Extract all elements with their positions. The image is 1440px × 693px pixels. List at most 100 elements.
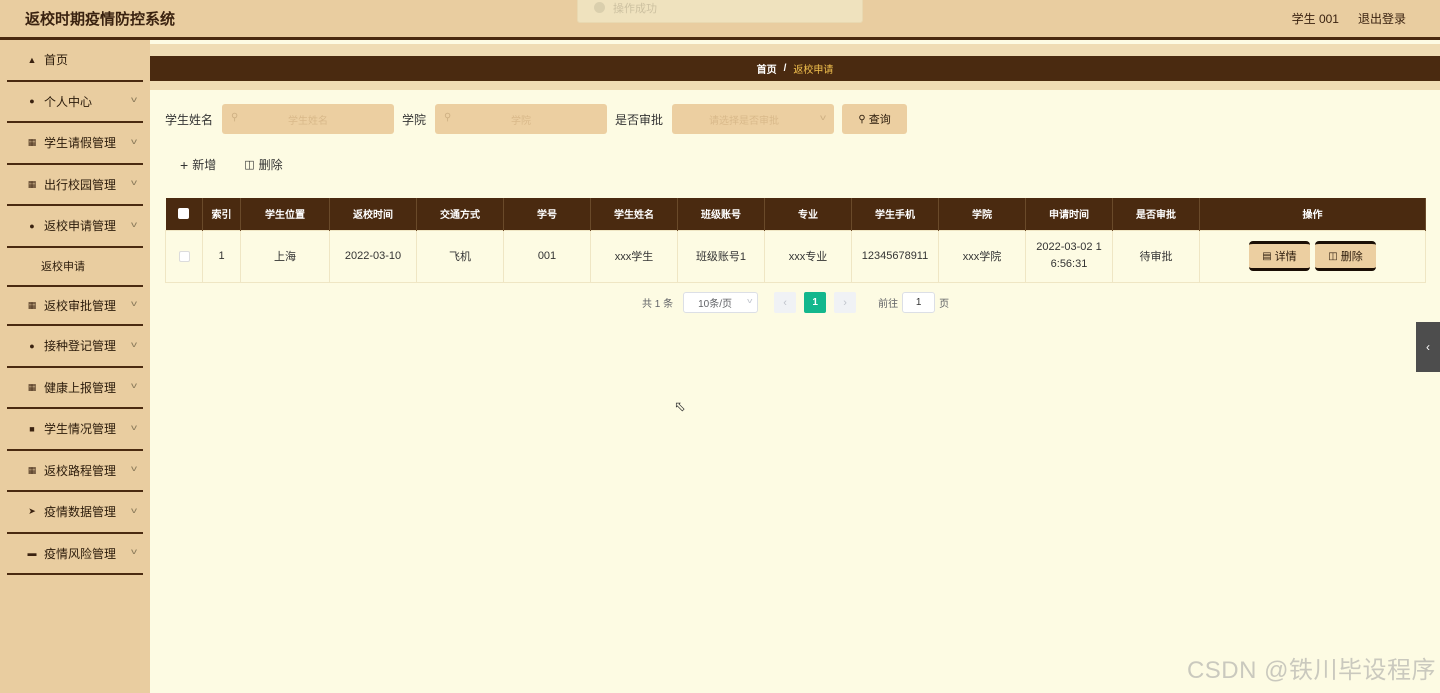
page-size-select[interactable]: 10条/页 v bbox=[683, 292, 759, 313]
sidebar-item-epidemic-data[interactable]: ➤ 疫情数据管理 v bbox=[7, 492, 143, 534]
sidebar-item-leave[interactable]: ▦ 学生请假管理 v bbox=[7, 123, 143, 165]
home-icon: ▲ bbox=[27, 54, 37, 65]
sidebar-item-label: 疫情风险管理 bbox=[44, 546, 117, 561]
watermark: CSDN @铁川毕设程序 bbox=[1186, 657, 1436, 684]
chevron-down-icon: v bbox=[131, 381, 137, 391]
add-button[interactable]: + 新增 bbox=[180, 156, 216, 173]
approve-select[interactable]: 请选择是否审批 v bbox=[672, 104, 835, 134]
chevron-down-icon: v bbox=[131, 299, 137, 309]
cell-location: 上海 bbox=[240, 229, 330, 283]
select-all-cell[interactable] bbox=[165, 198, 203, 230]
apply-time-line-1: 2022-03-02 1 bbox=[1036, 241, 1102, 253]
sidebar-item-label: 返校申请管理 bbox=[44, 219, 117, 234]
chevron-left-icon: ‹ bbox=[783, 296, 787, 309]
table-row: 1 上海 2022-03-10 飞机 001 xxx学生 班级账号1 xxx专业… bbox=[165, 229, 1426, 283]
mouse-cursor-icon: ⬁ bbox=[674, 398, 686, 414]
chevron-down-icon: v bbox=[131, 422, 137, 432]
sidebar-subitem-return-apply[interactable]: 返校申请 bbox=[7, 248, 143, 285]
trash-icon: ◫ bbox=[1328, 250, 1338, 262]
cell-student-name: xxx学生 bbox=[590, 229, 678, 283]
row-select-cell[interactable] bbox=[165, 229, 203, 283]
sidebar-item-vaccine[interactable]: ● 接种登记管理 v bbox=[7, 326, 143, 368]
page-size-value: 10条/页 bbox=[698, 299, 733, 310]
cell-class-account: 班级账号1 bbox=[677, 229, 765, 283]
sidebar-item-label: 学生请假管理 bbox=[44, 136, 117, 151]
wallet-icon: ■ bbox=[29, 423, 35, 434]
chevron-down-icon: v bbox=[131, 339, 137, 349]
delete-label: 删除 bbox=[258, 158, 283, 172]
logout-link[interactable]: 退出登录 bbox=[1358, 10, 1406, 27]
cell-phone: 12345678911 bbox=[851, 229, 939, 283]
sidebar-item-route[interactable]: ▦ 返校路程管理 v bbox=[7, 451, 143, 492]
sidebar-item-trip[interactable]: ▦ 出行校园管理 v bbox=[7, 165, 143, 206]
student-name-label: 学生姓名 bbox=[165, 112, 214, 127]
college-input[interactable]: ⚲ 学院 bbox=[435, 104, 608, 134]
page-number-current[interactable]: 1 bbox=[804, 292, 827, 313]
sidebar-item-student-status[interactable]: ■ 学生情况管理 v bbox=[7, 409, 143, 451]
approve-label: 是否审批 bbox=[615, 112, 664, 127]
select-all-checkbox[interactable] bbox=[178, 208, 190, 220]
monitor-icon: ▬ bbox=[27, 548, 37, 559]
chevron-down-icon: v bbox=[820, 113, 827, 122]
plus-icon: + bbox=[180, 156, 189, 173]
detail-button[interactable]: ▤ 详情 bbox=[1248, 241, 1310, 271]
sidebar-item-label: 出行校园管理 bbox=[44, 177, 117, 192]
row-delete-button[interactable]: ◫ 删除 bbox=[1315, 241, 1377, 271]
goto-suffix: 页 bbox=[939, 299, 950, 310]
delete-button[interactable]: ◫ 删除 bbox=[244, 156, 282, 173]
top-right-menu: 学生 001 退出登录 bbox=[1292, 0, 1406, 37]
sidebar-item-label: 返校审批管理 bbox=[44, 298, 117, 313]
next-page-button[interactable]: › bbox=[834, 292, 857, 313]
search-icon: ⚲ bbox=[444, 112, 452, 123]
table-header: 学院 bbox=[938, 198, 1026, 230]
sidebar-item-risk[interactable]: ▬ 疫情风险管理 v bbox=[7, 534, 143, 575]
user-icon: ● bbox=[29, 96, 35, 107]
sidebar-item-return-approve[interactable]: ▦ 返校审批管理 v bbox=[7, 284, 143, 326]
table-header: 专业 bbox=[764, 198, 852, 230]
user-icon: ● bbox=[29, 340, 35, 351]
row-checkbox[interactable] bbox=[178, 250, 190, 262]
action-bar: + 新增 ◫ 删除 bbox=[180, 156, 283, 173]
user-icon: ● bbox=[29, 220, 35, 231]
collapse-panel-button[interactable]: ‹ bbox=[1416, 322, 1440, 372]
send-icon: ➤ bbox=[28, 506, 36, 517]
user-name[interactable]: 学生 001 bbox=[1292, 10, 1339, 27]
sidebar-item-personal[interactable]: ● 个人中心 v bbox=[7, 82, 143, 123]
cell-return-time: 2022-03-10 bbox=[329, 229, 417, 283]
cell-approved: 待审批 bbox=[1112, 229, 1200, 283]
search-icon: ⚲ bbox=[231, 112, 239, 123]
search-form: 学生姓名 ⚲ 学生姓名 学院 ⚲ 学院 是否审批 请选择是否审批 v ⚲ 查询 bbox=[165, 104, 908, 134]
sidebar-item-return-apply[interactable]: ● 返校申请管理 v bbox=[7, 206, 143, 248]
sidebar-item-label: 返校路程管理 bbox=[44, 463, 117, 478]
sidebar-item-home[interactable]: ▲ 首页 bbox=[7, 40, 143, 82]
prev-page-button[interactable]: ‹ bbox=[774, 292, 797, 313]
grid-icon: ▦ bbox=[27, 178, 37, 189]
success-toast: 操作成功 bbox=[577, 0, 863, 23]
table-header: 是否审批 bbox=[1112, 198, 1200, 230]
data-table: 索引 学生位置 返校时间 交通方式 学号 学生姓名 班级账号 专业 学生手机 学… bbox=[165, 198, 1426, 283]
student-name-input[interactable]: ⚲ 学生姓名 bbox=[222, 104, 395, 134]
pagination: 共 1 条 10条/页 v ‹ 1 › 前往 1 页 bbox=[642, 292, 949, 313]
cell-major: xxx专业 bbox=[764, 229, 852, 283]
app-title: 返校时期疫情防控系统 bbox=[25, 11, 176, 28]
breadcrumb-separator: / bbox=[783, 63, 787, 74]
main-content: 首页 / 返校申请 学生姓名 ⚲ 学生姓名 学院 ⚲ 学院 是否审批 请选择是否… bbox=[150, 40, 1440, 693]
grid-icon: ▦ bbox=[27, 299, 37, 310]
breadcrumb-strip-top bbox=[150, 44, 1440, 56]
detail-label: 详情 bbox=[1274, 251, 1297, 263]
sidebar-item-label: 疫情数据管理 bbox=[44, 505, 117, 520]
document-icon: ▤ bbox=[1262, 250, 1272, 262]
cell-college: xxx学院 bbox=[938, 229, 1026, 283]
query-label: 查询 bbox=[868, 114, 891, 126]
sidebar-item-health[interactable]: ▦ 健康上报管理 v bbox=[7, 368, 143, 409]
chevron-left-icon: ‹ bbox=[1426, 340, 1430, 354]
table-header: 学生位置 bbox=[240, 198, 330, 230]
goto-page-input[interactable]: 1 bbox=[902, 292, 936, 313]
row-delete-label: 删除 bbox=[1340, 251, 1363, 263]
search-icon: ⚲ bbox=[858, 113, 866, 125]
query-button[interactable]: ⚲ 查询 bbox=[842, 104, 908, 134]
breadcrumb-home[interactable]: 首页 bbox=[757, 61, 777, 76]
table-header: 申请时间 bbox=[1025, 198, 1113, 230]
student-name-placeholder: 学生姓名 bbox=[288, 115, 329, 127]
grid-icon: ▦ bbox=[27, 137, 37, 148]
